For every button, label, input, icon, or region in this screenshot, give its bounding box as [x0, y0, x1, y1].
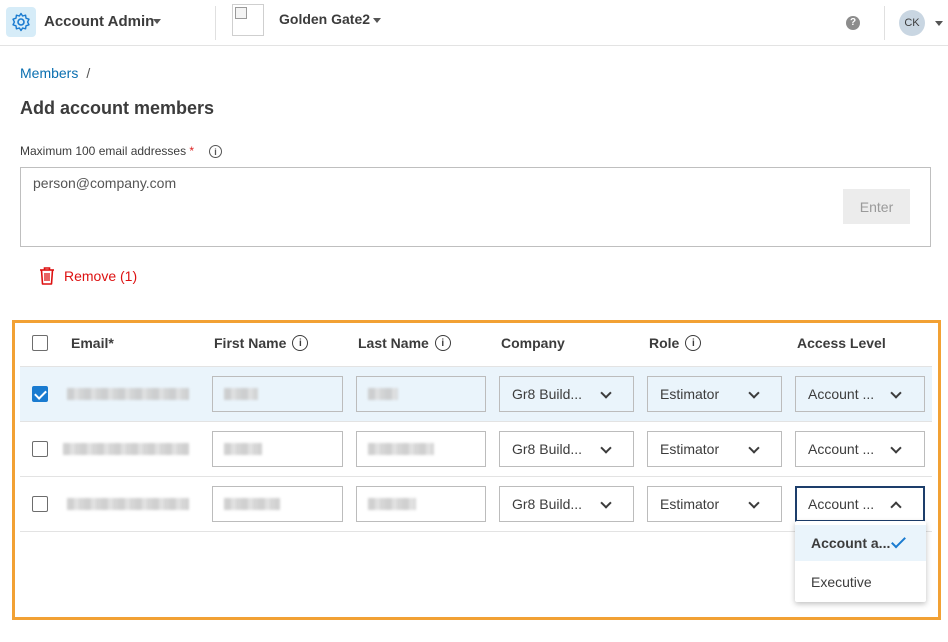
first-name-input[interactable]	[212, 376, 343, 412]
chevron-down-icon	[600, 497, 612, 509]
top-bar: Account Admin Golden Gate2 ? CK	[0, 0, 948, 46]
avatar[interactable]: CK	[899, 10, 925, 36]
access-level-select[interactable]: Account ...	[795, 431, 925, 467]
column-header-role[interactable]: Role i	[649, 335, 702, 351]
redacted-last-name	[368, 443, 434, 455]
row-checkbox[interactable]	[32, 441, 48, 457]
column-header-label: Role	[649, 335, 680, 351]
page-title: Add account members	[20, 98, 215, 118]
divider	[884, 6, 885, 40]
email-field-label-text: Maximum 100 email addresses	[20, 144, 187, 158]
redacted-last-name	[368, 498, 416, 510]
last-name-input[interactable]	[356, 431, 486, 467]
chevron-up-icon	[890, 501, 902, 513]
first-name-input[interactable]	[212, 431, 343, 467]
company-select[interactable]: Gr8 Build...	[499, 486, 634, 522]
app-switcher-chevron-down-icon[interactable]	[153, 19, 161, 24]
divider	[215, 6, 216, 40]
email-textarea[interactable]: Enter	[20, 167, 931, 247]
check-icon	[891, 533, 906, 549]
breadcrumb-separator: /	[86, 65, 91, 81]
table-row[interactable]: Gr8 Build... Estimator Account ...	[20, 422, 932, 477]
trash-icon	[40, 267, 54, 285]
app-title[interactable]: Account Admin	[44, 13, 154, 30]
user-menu-chevron-down-icon[interactable]	[935, 21, 943, 26]
info-icon[interactable]: i	[434, 335, 451, 351]
chevron-down-icon	[748, 442, 760, 454]
redacted-first-name	[224, 498, 280, 510]
column-header-label: Company	[501, 335, 565, 351]
info-icon[interactable]: i	[685, 335, 702, 351]
access-level-select-value: Account ...	[808, 496, 875, 512]
column-header-company[interactable]: Company	[501, 335, 565, 351]
company-select-value: Gr8 Build...	[512, 496, 583, 512]
access-level-select-value: Account ...	[808, 386, 875, 402]
company-select-value: Gr8 Build...	[512, 386, 583, 402]
redacted-first-name	[224, 388, 258, 400]
column-header-first-name[interactable]: First Name i	[214, 335, 309, 351]
company-select-value: Gr8 Build...	[512, 441, 583, 457]
dropdown-option-label: Executive	[811, 574, 872, 590]
access-level-select-value: Account ...	[808, 441, 875, 457]
last-name-input[interactable]	[356, 486, 486, 522]
redacted-email	[67, 498, 189, 510]
chevron-down-icon	[748, 387, 760, 399]
company-select[interactable]: Gr8 Build...	[499, 431, 634, 467]
info-icon[interactable]: i	[209, 145, 222, 158]
enter-button[interactable]: Enter	[843, 189, 910, 224]
column-header-last-name[interactable]: Last Name i	[358, 335, 451, 351]
last-name-input[interactable]	[356, 376, 486, 412]
column-header-label: First Name	[214, 335, 287, 351]
required-mark: *	[189, 144, 195, 158]
dropdown-option-executive[interactable]: Executive	[795, 564, 926, 600]
access-level-select[interactable]: Account ...	[795, 376, 925, 412]
access-level-select[interactable]: Account ...	[795, 486, 925, 522]
access-level-dropdown: Account a... Executive	[795, 521, 926, 602]
column-header-label: Access Level	[797, 335, 886, 351]
dropdown-option-account-admin[interactable]: Account a...	[795, 525, 926, 561]
first-name-input[interactable]	[212, 486, 343, 522]
help-icon[interactable]: ?	[846, 16, 860, 30]
project-title[interactable]: Golden Gate2	[279, 11, 370, 27]
redacted-email	[63, 443, 189, 455]
email-input[interactable]	[33, 175, 733, 191]
table-row[interactable]: Gr8 Build... Estimator Account ...	[20, 367, 932, 422]
role-select[interactable]: Estimator	[647, 376, 782, 412]
project-thumbnail-image[interactable]	[232, 4, 264, 36]
company-select[interactable]: Gr8 Build...	[499, 376, 634, 412]
remove-button-label: Remove (1)	[64, 268, 138, 284]
chevron-down-icon	[748, 497, 760, 509]
project-switcher-chevron-down-icon[interactable]	[373, 18, 381, 23]
row-checkbox[interactable]	[32, 496, 48, 512]
chevron-down-icon	[890, 442, 902, 454]
redacted-first-name	[224, 443, 262, 455]
redacted-email	[67, 388, 189, 400]
breadcrumb: Members /	[20, 65, 90, 81]
role-select-value: Estimator	[660, 386, 720, 402]
chevron-down-icon	[890, 387, 902, 399]
column-header-label: Last Name	[358, 335, 429, 351]
dropdown-option-label: Account a...	[811, 535, 891, 551]
role-select-value: Estimator	[660, 496, 720, 512]
role-select[interactable]: Estimator	[647, 486, 782, 522]
column-header-label: Email*	[71, 335, 114, 351]
gear-icon[interactable]	[6, 7, 36, 37]
breadcrumb-members-link[interactable]: Members	[20, 65, 78, 81]
chevron-down-icon	[600, 387, 612, 399]
select-all-checkbox[interactable]	[32, 335, 48, 351]
row-checkbox[interactable]	[32, 386, 48, 402]
role-select-value: Estimator	[660, 441, 720, 457]
redacted-last-name	[368, 388, 398, 400]
info-icon[interactable]: i	[292, 335, 309, 351]
email-field-label: Maximum 100 email addresses *	[20, 144, 194, 158]
column-header-email[interactable]: Email*	[71, 335, 114, 351]
column-header-access-level[interactable]: Access Level	[797, 335, 886, 351]
chevron-down-icon	[600, 442, 612, 454]
remove-button[interactable]: Remove (1)	[38, 266, 137, 286]
role-select[interactable]: Estimator	[647, 431, 782, 467]
